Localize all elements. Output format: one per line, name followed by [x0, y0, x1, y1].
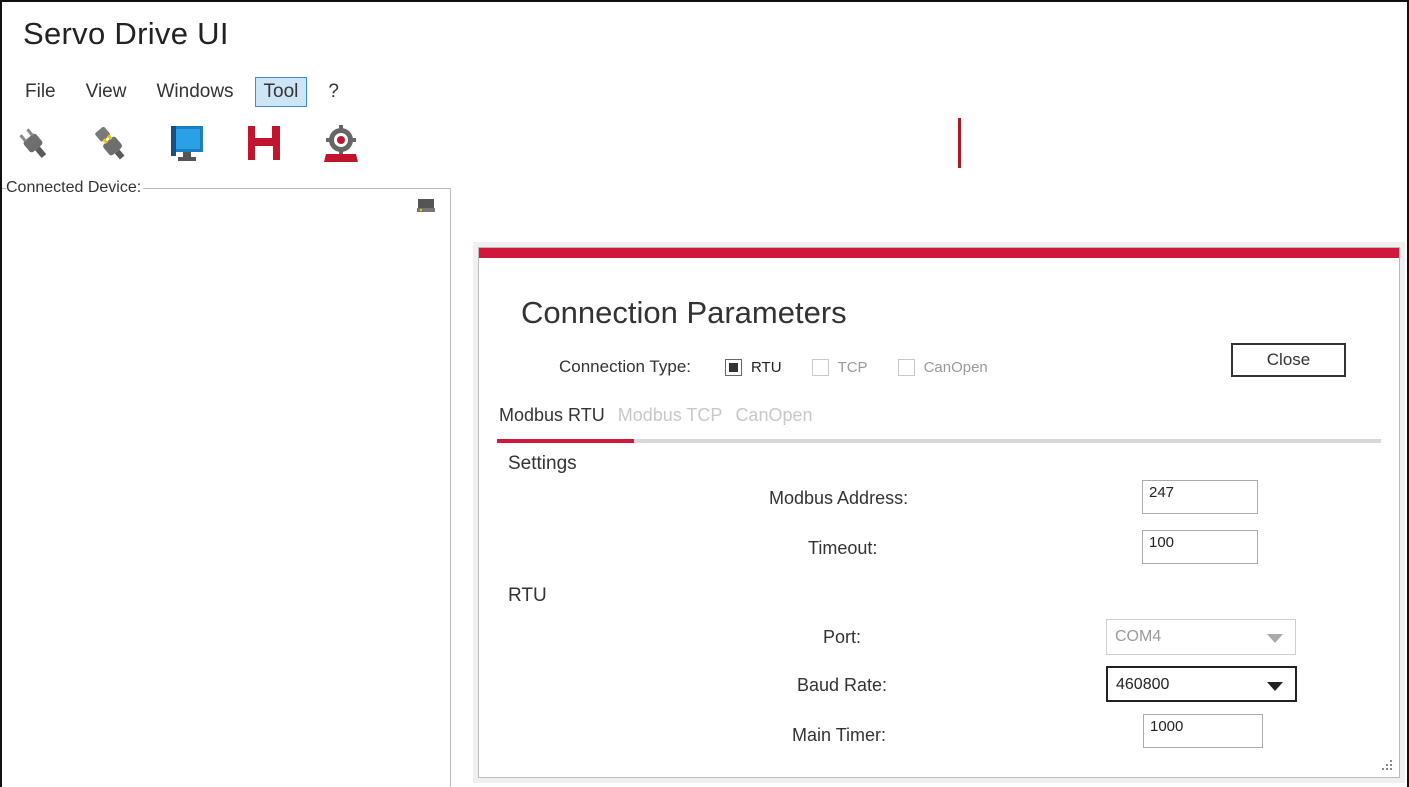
app-title: Servo Drive UI — [23, 16, 229, 51]
connection-parameters-dialog: Connection Parameters Connection Type: R… — [478, 247, 1400, 778]
main-timer-label: Main Timer: — [792, 725, 887, 745]
baud-rate-select-value: 460800 — [1116, 676, 1170, 693]
menu-tool[interactable]: Tool — [254, 77, 308, 107]
resize-grip-icon[interactable] — [1381, 759, 1393, 771]
modbus-address-input[interactable]: 247 — [1142, 480, 1258, 514]
close-button[interactable]: Close — [1231, 343, 1346, 377]
main-timer-input[interactable]: 1000 — [1143, 714, 1263, 748]
disconnect-button[interactable] — [14, 120, 52, 166]
monitor-icon — [171, 126, 203, 161]
connection-type-label: Connection Type: — [559, 357, 691, 376]
chevron-down-icon — [1267, 682, 1283, 691]
timeout-input[interactable]: 100 — [1142, 530, 1258, 564]
connected-device-panel: Connected Device: — [2, 179, 451, 787]
tcp-checkbox-label: TCP — [837, 358, 868, 376]
protocol-tabs: Modbus RTU Modbus TCP CanOpen — [497, 405, 824, 431]
toolbar — [14, 120, 399, 168]
connection-type-row: Connection Type: RTU TCP CanOpen — [559, 356, 1018, 378]
tcp-checkbox[interactable]: TCP — [811, 358, 868, 376]
plug-connected-icon — [95, 126, 125, 160]
checkbox-unchecked-icon — [897, 358, 915, 376]
rtu-section-title: RTU — [508, 585, 547, 606]
tab-canopen[interactable]: CanOpen — [733, 405, 814, 431]
menu-view[interactable]: View — [77, 77, 136, 107]
network-device-icon[interactable] — [417, 198, 435, 213]
settings-gear-icon — [324, 125, 358, 162]
checkbox-unchecked-icon — [811, 358, 829, 376]
save-button[interactable] — [245, 120, 283, 166]
connected-device-label: Connected Device: — [6, 179, 144, 197]
port-select[interactable]: COM4 — [1106, 619, 1296, 655]
active-tab-indicator — [497, 439, 634, 443]
rtu-checkbox-label: RTU — [751, 358, 782, 376]
dialog-title: Connection Parameters — [521, 295, 847, 330]
port-select-value: COM4 — [1115, 628, 1162, 645]
modbus-address-label: Modbus Address: — [769, 488, 909, 508]
menu-bar: File View Windows Tool ? — [16, 76, 360, 108]
main-window: Servo Drive UI File View Windows Tool ? — [0, 0, 1409, 787]
port-label: Port: — [823, 627, 862, 647]
timeout-label: Timeout: — [808, 538, 878, 558]
connect-button[interactable] — [91, 120, 129, 166]
menu-help[interactable]: ? — [319, 77, 348, 107]
plug-disconnected-icon — [19, 128, 47, 158]
toolbar-separator — [958, 118, 961, 168]
save-icon — [248, 126, 280, 160]
canopen-checkbox-label: CanOpen — [923, 358, 988, 376]
monitor-button[interactable] — [168, 120, 206, 166]
menu-file[interactable]: File — [16, 77, 65, 107]
rtu-checkbox[interactable]: RTU — [725, 358, 782, 376]
settings-section-title: Settings — [508, 453, 577, 474]
checkbox-checked-icon — [725, 358, 742, 376]
settings-button[interactable] — [322, 120, 360, 166]
baud-rate-select[interactable]: 460800 — [1106, 666, 1297, 702]
canopen-checkbox[interactable]: CanOpen — [897, 358, 988, 376]
baud-rate-label: Baud Rate: — [797, 675, 888, 695]
tab-modbus-rtu[interactable]: Modbus RTU — [497, 405, 607, 431]
tab-modbus-tcp[interactable]: Modbus TCP — [616, 405, 725, 431]
menu-windows[interactable]: Windows — [147, 77, 242, 107]
dialog-accent-bar — [479, 248, 1399, 258]
chevron-down-icon — [1267, 634, 1283, 643]
